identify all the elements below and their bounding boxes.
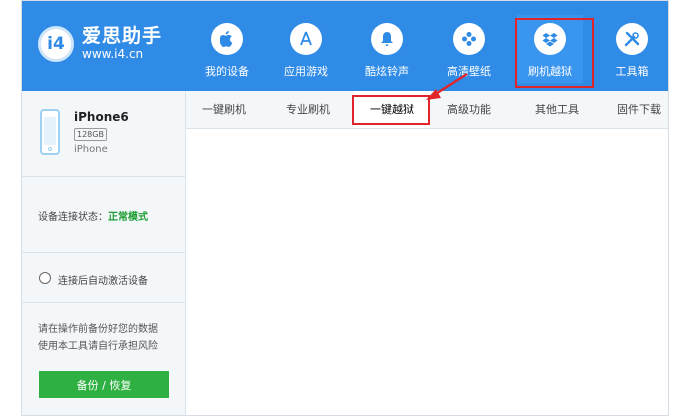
app-logo: i4 爱思助手 www.i4.cn [38, 25, 162, 62]
logo-icon: i4 [38, 25, 74, 62]
nav-label: 应用游戏 [284, 65, 328, 78]
nav-label: 我的设备 [205, 65, 249, 78]
content-area [186, 129, 668, 415]
app-window: i4 爱思助手 www.i4.cn 我的设备 应用游戏 酷炫铃声 高清壁纸 刷机… [21, 0, 669, 416]
auto-activate-radio[interactable] [39, 272, 51, 284]
device-model: iPhone [74, 144, 108, 155]
apple-icon [211, 23, 243, 55]
tab-bar: 一键刷机 专业刷机 一键越狱 高级功能 其他工具 固件下载 [186, 91, 668, 129]
tools-icon [616, 23, 648, 55]
tab-pro-flash[interactable]: 专业刷机 [270, 91, 346, 128]
nav-item-apps[interactable]: 应用游戏 [273, 15, 339, 83]
nav-item-toolbox[interactable]: 工具箱 [599, 15, 665, 83]
app-store-icon [290, 23, 322, 55]
risk-warning: 请在操作前备份好您的数据 使用本工具请自行承担风险 [38, 321, 158, 355]
tab-advanced[interactable]: 高级功能 [438, 91, 500, 128]
header-bar: i4 爱思助手 www.i4.cn 我的设备 应用游戏 酷炫铃声 高清壁纸 刷机… [22, 1, 668, 91]
connection-status: 设备连接状态：正常模式 [22, 177, 186, 253]
tab-one-click-flash[interactable]: 一键刷机 [186, 91, 262, 128]
nav-item-my-device[interactable]: 我的设备 [194, 15, 260, 83]
device-card[interactable]: iPhone6 128GB iPhone [22, 91, 186, 177]
flower-icon [453, 23, 485, 55]
nav-label: 酷炫铃声 [365, 65, 409, 78]
nav-label: 工具箱 [615, 65, 649, 78]
iphone-icon [40, 109, 60, 155]
nav-item-ringtones[interactable]: 酷炫铃声 [354, 15, 420, 83]
nav-highlight-box [515, 18, 594, 88]
auto-activate-row: 连接后自动激活设备 [22, 253, 186, 303]
auto-activate-label[interactable]: 连接后自动激活设备 [58, 272, 148, 287]
tab-highlight-box [352, 95, 430, 125]
warning-line-1: 请在操作前备份好您的数据 [38, 324, 158, 335]
device-capacity-badge: 128GB [74, 128, 107, 141]
status-value: 正常模式 [108, 212, 148, 223]
status-label: 设备连接状态： [38, 212, 108, 223]
device-name: iPhone6 [74, 110, 129, 124]
sidebar: iPhone6 128GB iPhone 设备连接状态：正常模式 连接后自动激活… [22, 91, 186, 415]
bell-icon [371, 23, 403, 55]
backup-restore-button[interactable]: 备份 / 恢复 [39, 371, 169, 398]
logo-text: 爱思助手 www.i4.cn [82, 25, 162, 62]
nav-item-wallpapers[interactable]: 高清壁纸 [436, 15, 502, 83]
status-text: 设备连接状态：正常模式 [38, 208, 148, 223]
app-url: www.i4.cn [82, 47, 144, 61]
tab-other-tools[interactable]: 其他工具 [522, 91, 592, 128]
nav-label: 高清壁纸 [447, 65, 491, 78]
app-name: 爱思助手 [82, 25, 163, 47]
warning-line-2: 使用本工具请自行承担风险 [38, 341, 158, 352]
tab-firmware-download[interactable]: 固件下载 [608, 91, 668, 128]
